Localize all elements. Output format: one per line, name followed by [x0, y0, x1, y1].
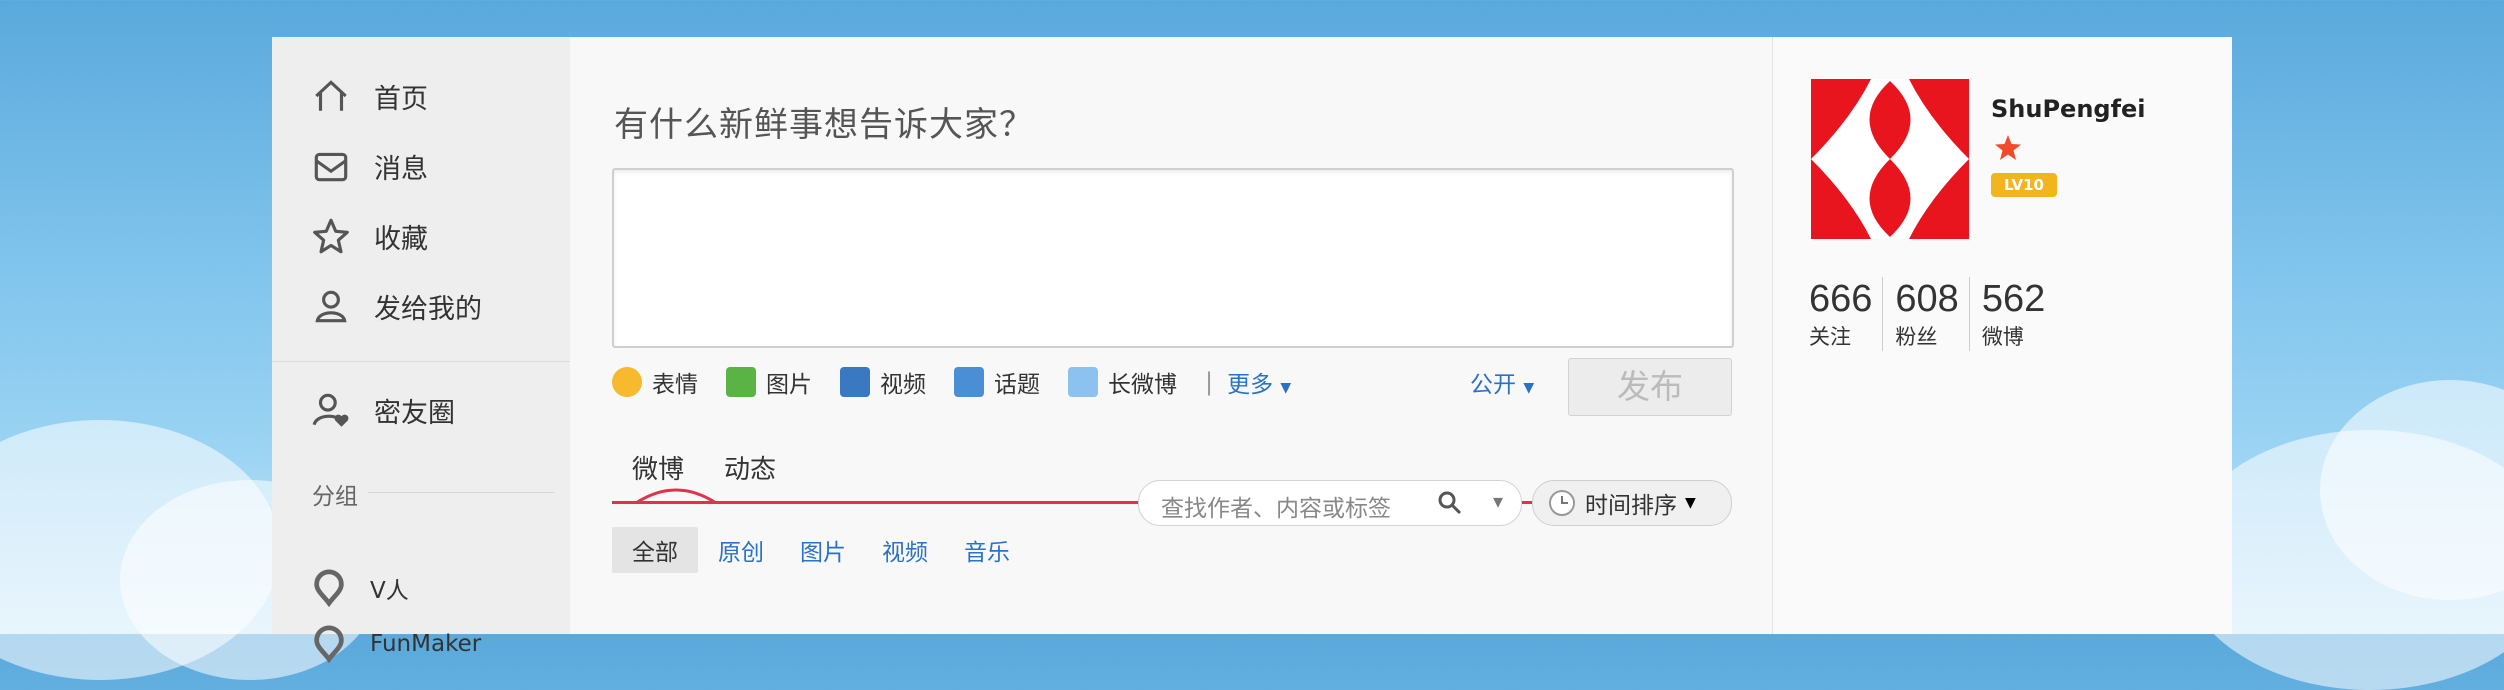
- tool-emoticon[interactable]: 表情: [612, 365, 698, 399]
- level-badge: LV10: [1991, 173, 2057, 197]
- feed-tabs: 微博 动态: [612, 449, 832, 486]
- stat-following[interactable]: 666 关注: [1809, 277, 1884, 351]
- stat-label: 微博: [1981, 325, 2024, 349]
- topic-icon: [954, 367, 984, 397]
- nav-item-label: 消息: [374, 153, 428, 185]
- group-item-label: FunMaker: [370, 631, 482, 657]
- tab-indicator-arc: [636, 488, 716, 505]
- stat-followers[interactable]: 608 粉丝: [1895, 277, 1970, 351]
- profile-username[interactable]: ShuPengfei: [1991, 95, 2146, 123]
- nav-item-label: 收藏: [374, 223, 428, 255]
- center-column: 有什么新鲜事想告诉大家？ 表情 图片 视频 话题 长微博 | 更多 ▼ 公开 ▼…: [570, 37, 1773, 634]
- group-pin-icon: [314, 625, 344, 663]
- video-icon: [840, 367, 870, 397]
- stat-posts[interactable]: 562 微博: [1982, 277, 2055, 351]
- publish-button[interactable]: 发布: [1568, 358, 1732, 416]
- avatar-image: [1811, 79, 1969, 239]
- more-tools-button[interactable]: 更多 ▼: [1227, 365, 1291, 399]
- friends-circle-icon: [312, 393, 349, 427]
- stat-value: 608: [1895, 278, 1959, 320]
- verified-star-icon: [1995, 135, 2021, 160]
- group-item-funmaker[interactable]: FunMaker: [310, 625, 481, 663]
- tool-topic[interactable]: 话题: [954, 365, 1040, 399]
- group-pin-icon: [314, 569, 344, 607]
- sort-dropdown[interactable]: 时间排序 ▼: [1532, 480, 1732, 526]
- filter-original[interactable]: 原创: [718, 533, 764, 567]
- tab-activity[interactable]: 动态: [704, 449, 796, 486]
- chevron-down-icon[interactable]: ▾: [1493, 489, 1503, 513]
- tool-long-weibo[interactable]: 长微博: [1068, 365, 1177, 399]
- toolbar-separator: |: [1205, 368, 1214, 396]
- group-item-vren[interactable]: V人: [310, 569, 409, 607]
- chevron-down-icon: ▼: [1523, 380, 1535, 396]
- message-icon: [314, 152, 348, 182]
- home-icon: [315, 80, 347, 111]
- star-icon: [313, 218, 349, 254]
- stat-label: 关注: [1809, 325, 1851, 349]
- search-icon[interactable]: [1437, 490, 1463, 516]
- stat-label: 粉丝: [1895, 325, 1938, 349]
- nav-item-sent-to-me[interactable]: 发给我的: [310, 285, 482, 327]
- chevron-down-icon: ▼: [1685, 495, 1696, 511]
- main-container: 首页 消息 收藏 发给我的 密友圈 分组 V人 FunMaker 有什么新鲜事想…: [272, 37, 2232, 663]
- filter-all[interactable]: 全部: [612, 527, 698, 573]
- nav-item-messages[interactable]: 消息: [310, 145, 428, 187]
- filter-video[interactable]: 视频: [882, 533, 928, 567]
- group-divider: [368, 492, 554, 493]
- tool-label: 话题: [994, 372, 1040, 398]
- filter-image[interactable]: 图片: [800, 533, 846, 567]
- emoticon-icon: [612, 367, 642, 397]
- search-placeholder: 查找作者、内容或标签: [1161, 496, 1391, 522]
- visibility-dropdown[interactable]: 公开 ▼: [1470, 365, 1534, 399]
- tab-weibo[interactable]: 微博: [612, 449, 704, 486]
- nav-item-friends-circle[interactable]: 密友圈: [310, 389, 455, 431]
- nav-item-home[interactable]: 首页: [310, 75, 428, 117]
- nav-item-favorites[interactable]: 收藏: [310, 215, 428, 257]
- profile-panel: ShuPengfei LV10 666 关注 608 粉丝 562 微博: [1773, 37, 2232, 634]
- tool-image[interactable]: 图片: [726, 365, 812, 399]
- filter-music[interactable]: 音乐: [964, 533, 1010, 567]
- post-editor[interactable]: [612, 168, 1734, 348]
- chevron-down-icon: ▼: [1280, 380, 1292, 396]
- image-icon: [726, 367, 756, 397]
- nav-item-label: 密友圈: [374, 397, 455, 429]
- tool-video[interactable]: 视频: [840, 365, 926, 399]
- long-weibo-icon: [1068, 367, 1098, 397]
- clock-icon: [1549, 490, 1575, 516]
- feed-filters: 全部 原创 图片 视频 音乐: [612, 527, 1046, 573]
- group-title: 分组: [312, 484, 358, 510]
- stat-value: 666: [1809, 278, 1873, 320]
- composer-toolbar: 表情 图片 视频 话题 长微博 | 更多 ▼: [612, 365, 1291, 399]
- tool-label: 图片: [766, 372, 812, 398]
- tool-label: 长微博: [1108, 372, 1177, 398]
- nav-item-label: 首页: [374, 83, 428, 115]
- user-icon: [315, 290, 347, 323]
- tool-label: 视频: [880, 372, 926, 398]
- avatar[interactable]: [1811, 79, 1969, 239]
- group-item-label: V人: [370, 578, 409, 604]
- nav-item-label: 发给我的: [374, 293, 482, 325]
- composer-prompt: 有什么新鲜事想告诉大家？: [614, 105, 1034, 145]
- feed-search[interactable]: 查找作者、内容或标签 ▾: [1138, 480, 1522, 526]
- more-label: 更多: [1227, 372, 1274, 398]
- stat-value: 562: [1981, 278, 2046, 320]
- left-sidebar: 首页 消息 收藏 发给我的 密友圈 分组 V人 FunMaker: [272, 37, 571, 663]
- profile-stats: 666 关注 608 粉丝 562 微博: [1809, 277, 2067, 351]
- visibility-label: 公开: [1470, 372, 1516, 398]
- tool-label: 表情: [652, 372, 698, 398]
- nav-divider: [272, 361, 570, 362]
- sort-label: 时间排序: [1585, 493, 1677, 519]
